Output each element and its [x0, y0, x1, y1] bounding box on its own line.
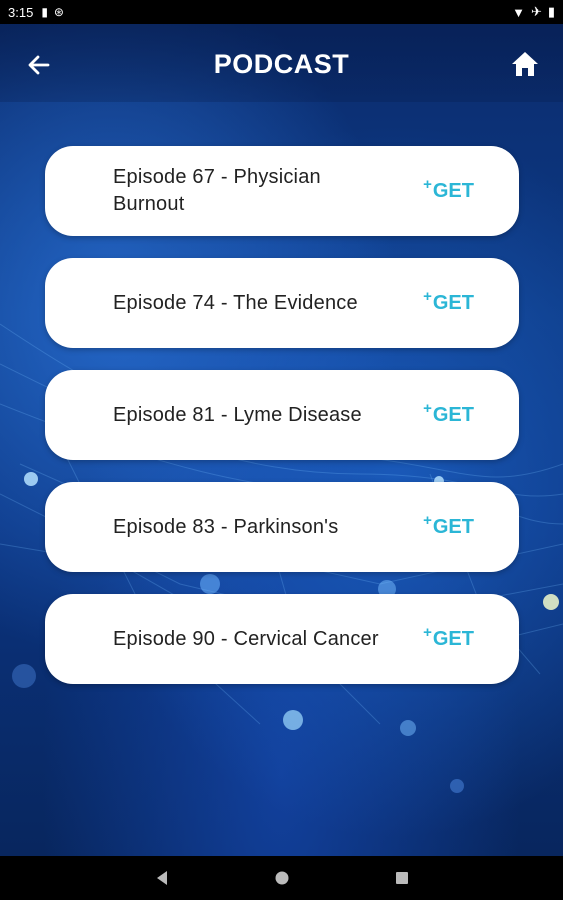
episode-title: Episode 81 - Lyme Disease	[113, 403, 362, 426]
page-title: PODCAST	[213, 49, 350, 79]
get-button[interactable]: + GET	[423, 482, 474, 572]
episode-list: Episode 67 - Physician Burnout + GET Epis…	[45, 146, 519, 706]
episode-card[interactable]: Episode 74 - The Evidence + GET	[45, 258, 519, 348]
airplane-icon: ✈	[530, 4, 542, 19]
get-button[interactable]: + GET	[423, 370, 474, 460]
home-circle-icon[interactable]	[272, 868, 292, 888]
status-time: 3:15	[8, 4, 34, 20]
episode-title: Episode 67 - Physician Burnout	[113, 166, 321, 215]
episode-card[interactable]: Episode 83 - Parkinson's + GET	[45, 482, 519, 572]
episode-title: Episode 90 - Cervical Cancer	[113, 627, 379, 650]
episode-title: Episode 83 - Parkinson's	[113, 515, 339, 538]
get-button[interactable]: + GET	[423, 258, 474, 348]
app-header: PODCAST	[0, 24, 563, 102]
episode-title: Episode 74 - The Evidence	[113, 291, 358, 314]
episode-card[interactable]: Episode 90 - Cervical Cancer + GET	[45, 594, 519, 684]
sync-icon: ⊛	[53, 5, 64, 19]
episode-card[interactable]: Episode 81 - Lyme Disease + GET	[45, 370, 519, 460]
get-button[interactable]: + GET	[423, 146, 474, 236]
episode-card[interactable]: Episode 67 - Physician Burnout + GET	[45, 146, 519, 236]
status-bar: 3:15 ▮ ⊛ ▼ ✈ ▮	[0, 0, 563, 24]
system-nav-bar	[0, 856, 563, 900]
get-button[interactable]: + GET	[423, 594, 474, 684]
recents-square-icon[interactable]	[392, 868, 412, 888]
battery-icon: ▮	[547, 4, 555, 19]
home-button[interactable]	[509, 48, 541, 80]
home-icon	[512, 52, 538, 76]
sd-card-icon: ▮	[41, 5, 48, 19]
wifi-icon: ▼	[512, 4, 525, 20]
back-triangle-icon[interactable]	[152, 868, 172, 888]
